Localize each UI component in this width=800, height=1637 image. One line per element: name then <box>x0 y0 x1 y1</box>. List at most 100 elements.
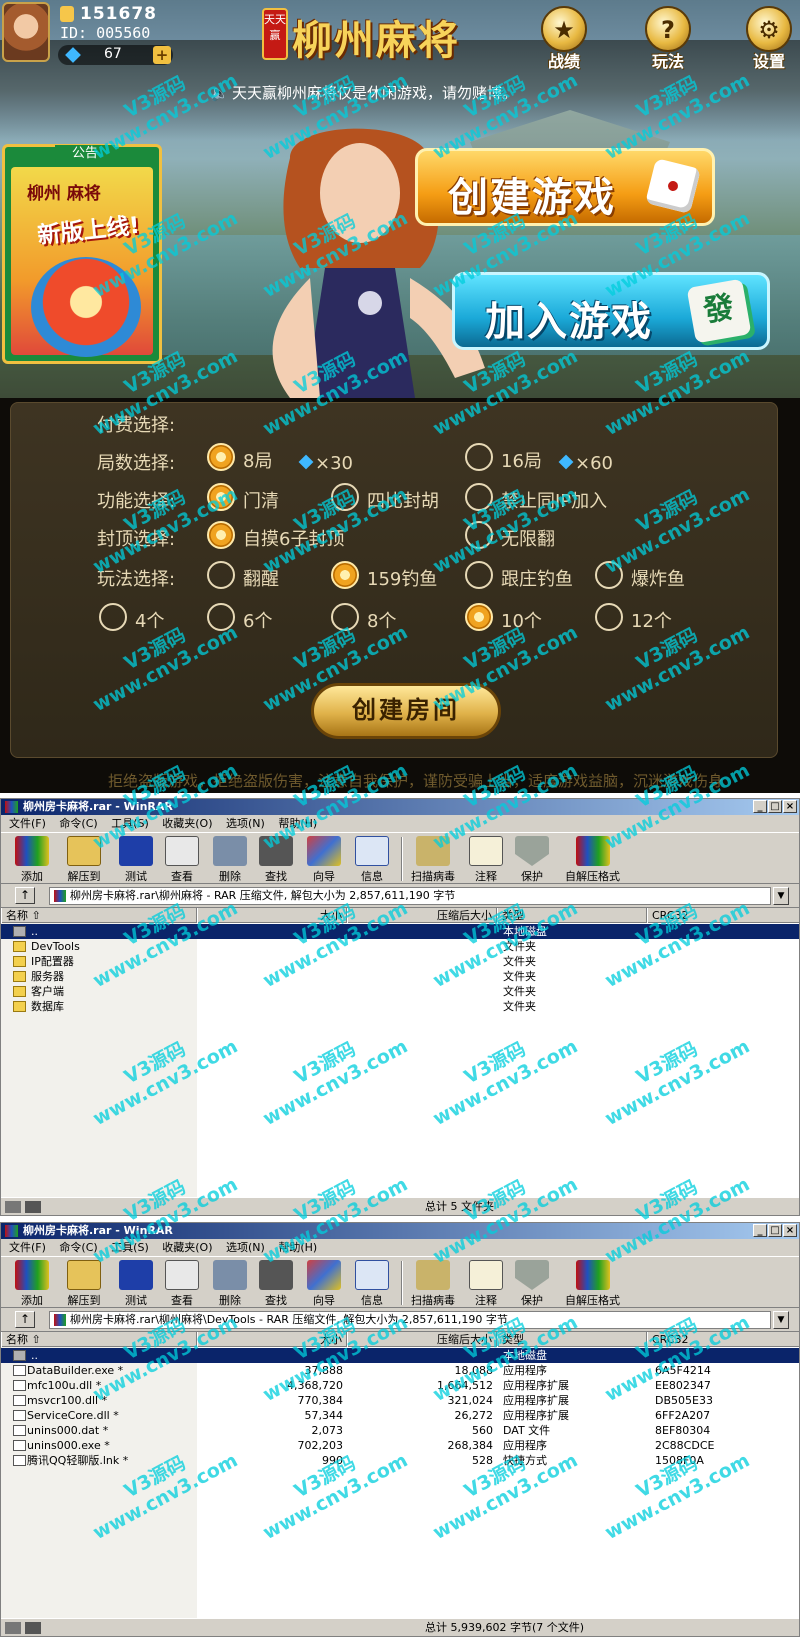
protect-button[interactable]: 保护 <box>515 836 549 884</box>
info-button[interactable]: 信息 <box>355 1260 389 1308</box>
col-name[interactable]: 名称 ⇧ <box>1 908 197 923</box>
table-row[interactable]: msvcr100.dll * 770,384 321,024 应用程序扩展 DB505E… <box>1 1393 799 1408</box>
radio-play-159[interactable] <box>331 561 359 589</box>
player-avatar[interactable] <box>2 2 50 62</box>
comment-button[interactable]: 注释 <box>469 1260 503 1308</box>
notepad-icon <box>469 836 503 866</box>
find-button[interactable]: 查找 <box>259 836 293 884</box>
menu-file[interactable]: 文件(F) <box>9 817 46 830</box>
col-type[interactable]: 类型 <box>497 908 647 923</box>
extract-button[interactable]: 解压到 <box>67 836 101 884</box>
minimize-button[interactable]: _ <box>753 1224 767 1237</box>
menu-help[interactable]: 帮助(H) <box>278 1241 317 1254</box>
bulletin-board[interactable]: 公告 柳州 麻将 新版上线! <box>2 144 162 364</box>
wizard-button[interactable]: 向导 <box>307 1260 341 1308</box>
menu-tools[interactable]: 工具(S) <box>111 1241 149 1254</box>
menu-favorites[interactable]: 收藏夹(O) <box>162 817 212 830</box>
table-row[interactable]: 腾讯QQ轻聊版.lnk * 990 528 快捷方式 1508F0A <box>1 1453 799 1468</box>
radio-cap-unlimited[interactable] <box>465 521 493 549</box>
comment-button[interactable]: 注释 <box>469 836 503 884</box>
radio-function-menqing[interactable] <box>207 483 235 511</box>
radio-rounds-8[interactable] <box>207 443 235 471</box>
record-button[interactable]: ★ 战绩 <box>536 6 592 71</box>
sfx-button[interactable]: 自解压格式 <box>565 836 620 884</box>
list-item[interactable]: 数据库 文件夹 <box>1 999 799 1014</box>
radio-cap-6[interactable] <box>207 521 235 549</box>
radio-count-10[interactable] <box>465 603 493 631</box>
up-folder-button[interactable]: ↑ <box>15 1311 35 1328</box>
table-row[interactable]: ServiceCore.dll * 57,344 26,272 应用程序扩展 6FF2A… <box>1 1408 799 1423</box>
add-button[interactable]: 添加 <box>15 836 49 884</box>
info-button[interactable]: 信息 <box>355 836 389 884</box>
maximize-button[interactable]: □ <box>768 800 782 813</box>
add-gems-button[interactable]: + <box>153 46 171 64</box>
view-button[interactable]: 查看 <box>165 1260 199 1308</box>
find-button[interactable]: 查找 <box>259 1260 293 1308</box>
list-item[interactable]: 服务器 文件夹 <box>1 969 799 984</box>
col-packed[interactable]: 压缩后大小 <box>347 908 497 923</box>
radio-count-12[interactable] <box>595 603 623 631</box>
menu-help[interactable]: 帮助(H) <box>278 817 317 830</box>
radio-count-6[interactable] <box>207 603 235 631</box>
create-game-button[interactable]: 创建游戏 <box>415 148 715 226</box>
col-name[interactable]: 名称 ⇧ <box>1 1332 197 1347</box>
col-crc[interactable]: CRC32 <box>647 1332 799 1347</box>
list-item-parent[interactable]: .. 本地磁盘 <box>1 1348 799 1363</box>
play-fanxing-label: 翻醒 <box>243 569 279 590</box>
archive-path[interactable]: 柳州房卡麻将.rar\柳州麻将 - RAR 压缩文件, 解包大小为 2,857,… <box>49 887 771 905</box>
delete-button[interactable]: 删除 <box>213 1260 247 1308</box>
archive-path[interactable]: 柳州房卡麻将.rar\柳州麻将\DevTools - RAR 压缩文件, 解包大… <box>49 1311 771 1329</box>
table-row[interactable]: DataBuilder.exe * 37,888 18,088 应用程序 6A5F421… <box>1 1363 799 1378</box>
create-room-button[interactable]: 创建房间 <box>311 683 501 739</box>
test-button[interactable]: 测试 <box>119 1260 153 1308</box>
radio-count-4[interactable] <box>99 603 127 631</box>
add-button[interactable]: 添加 <box>15 1260 49 1308</box>
menu-favorites[interactable]: 收藏夹(O) <box>162 1241 212 1254</box>
col-type[interactable]: 类型 <box>497 1332 647 1347</box>
table-row[interactable]: unins000.exe * 702,203 268,384 应用程序 2C88CDCE <box>1 1438 799 1453</box>
menu-tools[interactable]: 工具(S) <box>111 817 149 830</box>
test-button[interactable]: 测试 <box>119 836 153 884</box>
settings-button[interactable]: ⚙ 设置 <box>741 6 797 71</box>
extract-button[interactable]: 解压到 <box>67 1260 101 1308</box>
radio-function-noip[interactable] <box>465 483 493 511</box>
radio-count-8[interactable] <box>331 603 359 631</box>
list-item-parent[interactable]: .. 本地磁盘 <box>1 924 799 939</box>
chevron-down-icon[interactable]: ▼ <box>773 887 789 905</box>
menu-options[interactable]: 选项(N) <box>226 1241 265 1254</box>
menu-bar: 文件(F) 命令(C) 工具(S) 收藏夹(O) 选项(N) 帮助(H) <box>1 1239 799 1256</box>
col-crc[interactable]: CRC32 <box>647 908 799 923</box>
close-button[interactable]: × <box>783 1224 797 1237</box>
maximize-button[interactable]: □ <box>768 1224 782 1237</box>
radio-play-baozha[interactable] <box>595 561 623 589</box>
menu-options[interactable]: 选项(N) <box>226 817 265 830</box>
list-item[interactable]: 客户端 文件夹 <box>1 984 799 999</box>
col-size[interactable]: 大小 <box>197 908 347 923</box>
scan-virus-button[interactable]: 扫描病毒 <box>411 836 455 884</box>
join-game-button[interactable]: 加入游戏 發 <box>452 272 770 350</box>
sfx-button[interactable]: 自解压格式 <box>565 1260 620 1308</box>
close-button[interactable]: × <box>783 800 797 813</box>
col-packed[interactable]: 压缩后大小 <box>347 1332 497 1347</box>
scan-virus-button[interactable]: 扫描病毒 <box>411 1260 455 1308</box>
radio-function-sibi[interactable] <box>331 483 359 511</box>
radio-rounds-16[interactable] <box>465 443 493 471</box>
delete-button[interactable]: 删除 <box>213 836 247 884</box>
radio-play-genzhuang[interactable] <box>465 561 493 589</box>
view-button[interactable]: 查看 <box>165 836 199 884</box>
table-row[interactable]: unins000.dat * 2,073 560 DAT 文件 8EF80304 <box>1 1423 799 1438</box>
col-size[interactable]: 大小 <box>197 1332 347 1347</box>
rules-button[interactable]: ? 玩法 <box>640 6 696 71</box>
minimize-button[interactable]: _ <box>753 800 767 813</box>
list-item[interactable]: IP配置器 文件夹 <box>1 954 799 969</box>
radio-play-fanxing[interactable] <box>207 561 235 589</box>
menu-commands[interactable]: 命令(C) <box>59 817 97 830</box>
menu-commands[interactable]: 命令(C) <box>59 1241 97 1254</box>
menu-file[interactable]: 文件(F) <box>9 1241 46 1254</box>
list-item[interactable]: DevTools 文件夹 <box>1 939 799 954</box>
up-folder-button[interactable]: ↑ <box>15 887 35 904</box>
wizard-button[interactable]: 向导 <box>307 836 341 884</box>
protect-button[interactable]: 保护 <box>515 1260 549 1308</box>
table-row[interactable]: mfc100u.dll * 4,368,720 1,664,512 应用程序扩展 EE8… <box>1 1378 799 1393</box>
chevron-down-icon[interactable]: ▼ <box>773 1311 789 1329</box>
